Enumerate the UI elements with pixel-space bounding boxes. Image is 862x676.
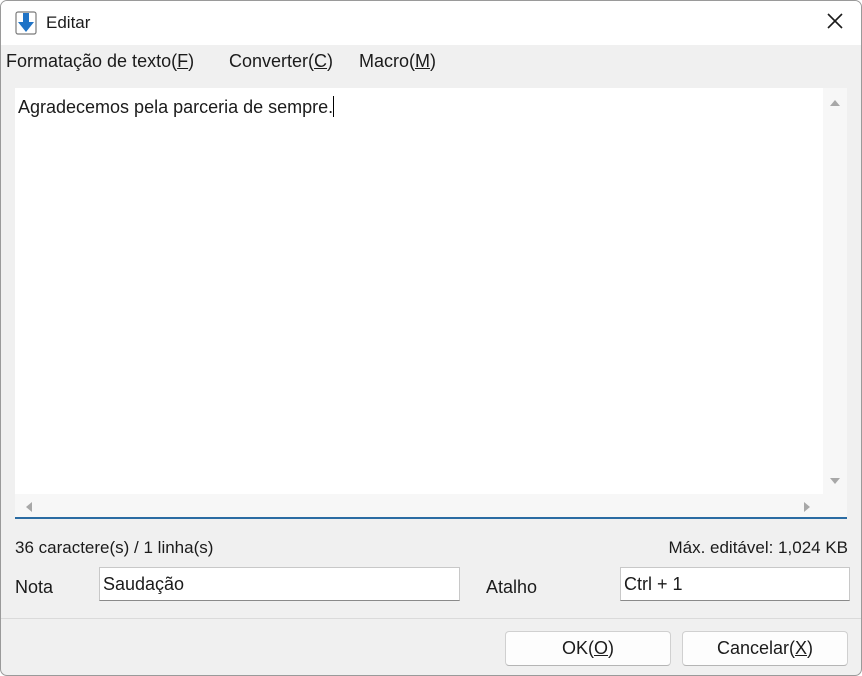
close-icon (826, 12, 844, 35)
editor-content[interactable]: Agradecemos pela parceria de sempre. (18, 96, 335, 118)
menu-bar: Formatação de texto(F) Converter(C) Macr… (1, 45, 861, 80)
title-bar: Editar (1, 1, 861, 45)
cancel-button[interactable]: Cancelar(X) (682, 631, 848, 666)
menu-text-formatting[interactable]: Formatação de texto(F) (6, 51, 194, 72)
horizontal-scrollbar[interactable] (15, 494, 823, 517)
max-editable-size: Máx. editável: 1,024 KB (668, 538, 848, 557)
scroll-right-icon[interactable] (801, 500, 813, 512)
window-title: Editar (46, 13, 91, 32)
note-label: Nota (15, 577, 54, 597)
shortcut-input[interactable] (620, 567, 850, 601)
text-editor[interactable]: Agradecemos pela parceria de sempre. (15, 88, 847, 519)
close-button[interactable] (811, 5, 859, 41)
download-arrow-icon (15, 11, 37, 35)
shortcut-label: Atalho (486, 577, 538, 597)
scrollbar-corner (823, 494, 847, 517)
menu-macro[interactable]: Macro(M) (359, 51, 436, 72)
menu-convert[interactable]: Converter(C) (229, 51, 333, 72)
note-input[interactable] (99, 567, 460, 601)
scroll-down-icon[interactable] (829, 474, 841, 486)
scroll-left-icon[interactable] (23, 500, 35, 512)
edit-dialog: Editar Formatação de texto(F) Converter(… (0, 0, 862, 676)
scroll-up-icon[interactable] (829, 96, 841, 108)
vertical-scrollbar[interactable] (823, 88, 847, 494)
ok-button[interactable]: OK(O) (505, 631, 671, 666)
char-line-count: 36 caractere(s) / 1 linha(s) (15, 538, 214, 557)
footer-divider (1, 618, 861, 619)
text-caret (333, 96, 335, 117)
